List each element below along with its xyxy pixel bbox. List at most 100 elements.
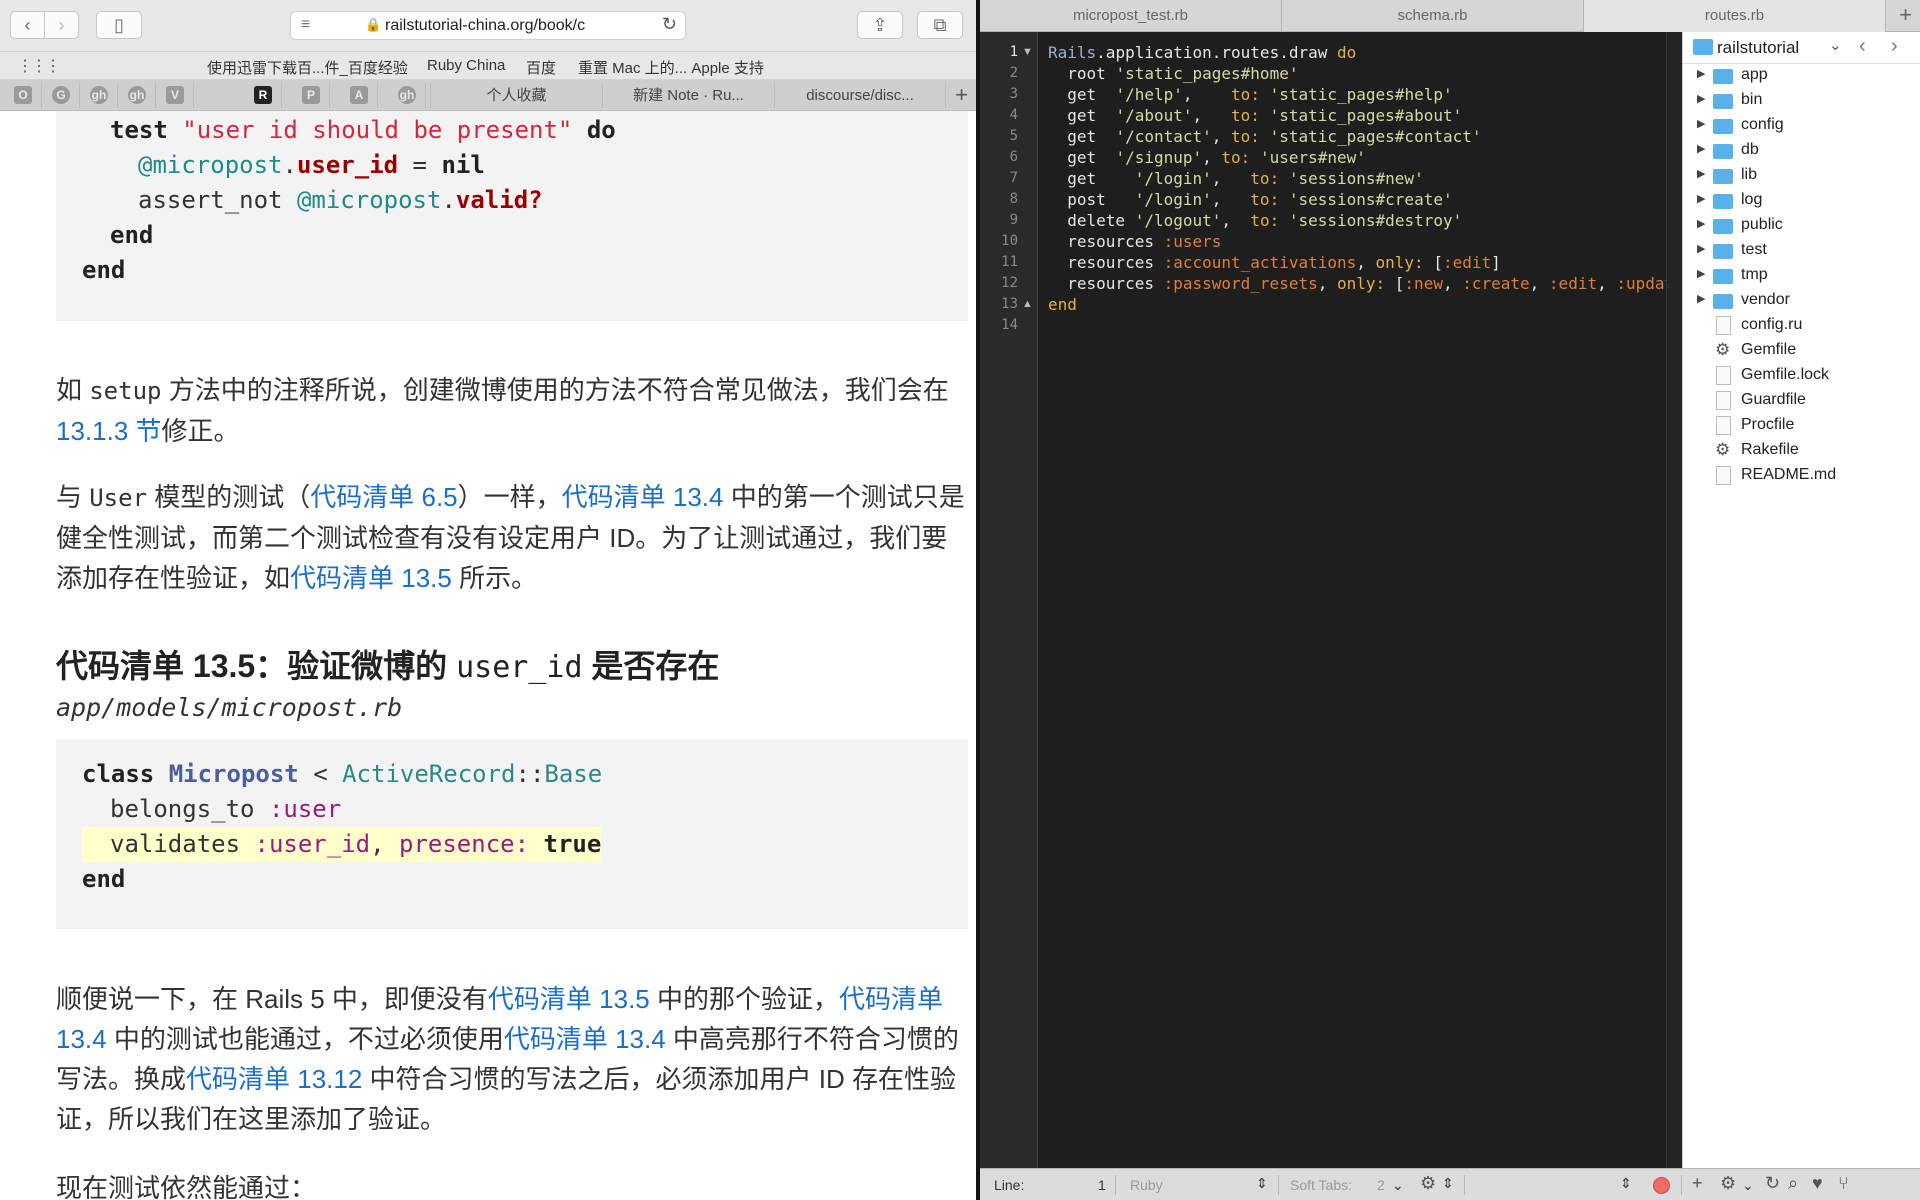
disclosure-triangle-icon[interactable]: ▶ <box>1697 92 1705 105</box>
chevron-left-icon[interactable]: ‹ <box>1859 35 1866 58</box>
address-bar[interactable]: ≡ 🔒 railstutorial-china.org/book/c ↻ <box>290 11 686 40</box>
fold-down-icon[interactable]: ▼ <box>1022 46 1033 58</box>
new-tab-plus-icon[interactable]: + <box>955 82 968 108</box>
tree-folder-public[interactable]: ▶ public <box>1683 213 1920 238</box>
git-branch-icon[interactable]: ⑂ <box>1838 1173 1849 1194</box>
line-number: 1 <box>1009 44 1018 60</box>
pinned-tab[interactable]: gh <box>388 83 426 108</box>
tree-file-gemfile[interactable]: ⚙ Gemfile <box>1683 338 1920 363</box>
folder-icon <box>1713 194 1733 209</box>
chevron-right-icon[interactable]: › <box>1891 35 1898 58</box>
show-tabs-button[interactable]: ⧉ <box>917 11 963 39</box>
new-tab-plus-icon[interactable]: + <box>1899 2 1912 28</box>
article-page: test "user id should be present" do @mic… <box>0 111 976 1200</box>
stepper-icon[interactable]: ⇕ <box>1442 1175 1454 1192</box>
bookmark-item[interactable]: 重置 Mac 上的... Apple 支持 <box>578 57 764 78</box>
url-text[interactable]: railstutorial-china.org/book/c <box>385 17 620 35</box>
tree-file-readme[interactable]: README.md <box>1683 463 1920 488</box>
reload-icon[interactable]: ↻ <box>662 14 677 35</box>
tab-schema[interactable]: schema.rb <box>1282 0 1584 32</box>
tab-micropost-test[interactable]: micropost_test.rb <box>980 0 1282 32</box>
chevron-right-icon: › <box>58 15 65 35</box>
tree-file-procfile[interactable]: Procfile <box>1683 413 1920 438</box>
share-icon: ⇪ <box>872 15 888 35</box>
tree-file-gemfile-lock[interactable]: Gemfile.lock <box>1683 363 1920 388</box>
tree-file-config-ru[interactable]: config.ru <box>1683 313 1920 338</box>
stepper-icon[interactable]: ⇕ <box>1620 1175 1632 1192</box>
tab-new-note[interactable]: 新建 Note · Ru... <box>602 83 774 108</box>
back-button[interactable]: ‹ <box>10 11 45 39</box>
link[interactable]: 13.1.3 节 <box>56 416 162 446</box>
link[interactable]: 代码清单 13.12 <box>186 1064 362 1094</box>
tree-folder-app[interactable]: ▶ app <box>1683 63 1920 88</box>
pinned-tab[interactable]: V <box>156 83 194 108</box>
tab-favorites[interactable]: 个人收藏 <box>430 83 602 108</box>
code-text-area[interactable]: Rails.application.routes.draw do root 's… <box>1038 32 1666 1168</box>
chevron-down-icon[interactable]: ⌄ <box>1829 36 1842 54</box>
tree-folder-db[interactable]: ▶ db <box>1683 138 1920 163</box>
reader-icon[interactable]: ≡ <box>301 16 310 34</box>
record-macro-button[interactable] <box>1653 1177 1670 1194</box>
bookmark-item[interactable]: 使用迅雷下载百...件_百度经验 <box>207 57 408 78</box>
sidebar-toggle-button[interactable]: ▯ <box>96 11 142 39</box>
fold-up-icon[interactable]: ▲ <box>1022 298 1033 310</box>
pinned-tab[interactable]: G <box>42 83 80 108</box>
disclosure-triangle-icon[interactable]: ▶ <box>1697 242 1705 255</box>
disclosure-triangle-icon[interactable]: ▶ <box>1697 267 1705 280</box>
disclosure-triangle-icon[interactable]: ▶ <box>1697 142 1705 155</box>
disclosure-triangle-icon[interactable]: ▶ <box>1697 117 1705 130</box>
tree-folder-config[interactable]: ▶ config <box>1683 113 1920 138</box>
language-selector[interactable]: Ruby <box>1130 1177 1163 1193</box>
code-block-micropost: class Micropost < ActiveRecord::Base bel… <box>56 739 968 929</box>
minimap[interactable] <box>1666 32 1682 1168</box>
pinned-tab[interactable]: A <box>340 83 378 108</box>
tree-folder-vendor[interactable]: ▶ vendor <box>1683 288 1920 313</box>
disclosure-triangle-icon[interactable]: ▶ <box>1697 217 1705 230</box>
pinned-tab[interactable]: gh <box>118 83 156 108</box>
link[interactable]: 代码清单 13.4 <box>504 1024 666 1054</box>
chevron-down-icon[interactable]: ⌄ <box>1392 1177 1404 1194</box>
tree-folder-test[interactable]: ▶ test <box>1683 238 1920 263</box>
pinned-tab[interactable]: O <box>4 83 42 108</box>
share-button[interactable]: ⇪ <box>857 11 903 39</box>
gear-icon[interactable]: ⚙ <box>1420 1173 1436 1194</box>
gear-icon[interactable]: ⚙ <box>1720 1173 1736 1194</box>
tree-folder-log[interactable]: ▶ log <box>1683 188 1920 213</box>
tree-folder-bin[interactable]: ▶ bin <box>1683 88 1920 113</box>
disclosure-triangle-icon[interactable]: ▶ <box>1697 167 1705 180</box>
code-line: resources :account_activations, only: [:… <box>1048 253 1501 272</box>
forward-button[interactable]: › <box>44 11 79 39</box>
code-editor-window: micropost_test.rb schema.rb routes.rb + … <box>980 0 1920 1200</box>
pinned-tab[interactable]: gh <box>80 83 118 108</box>
pinned-tab[interactable]: P <box>292 83 330 108</box>
bookmark-item[interactable]: 百度 <box>526 57 556 78</box>
chevron-down-icon[interactable]: ⌄ <box>1742 1177 1754 1194</box>
line-value[interactable]: 1 <box>1098 1177 1106 1193</box>
tree-folder-tmp[interactable]: ▶ tmp <box>1683 263 1920 288</box>
disclosure-triangle-icon[interactable]: ▶ <box>1697 292 1705 305</box>
language-stepper-icon[interactable]: ⇕ <box>1256 1175 1268 1192</box>
refresh-icon[interactable]: ↻ <box>1765 1173 1780 1194</box>
tab-discourse[interactable]: discourse/disc... <box>774 83 946 108</box>
link[interactable]: 代码清单 13.5 <box>290 563 452 593</box>
tab-routes[interactable]: routes.rb <box>1584 0 1886 32</box>
grid-icon[interactable]: ⋮⋮⋮ <box>17 56 61 76</box>
pinned-tab-active[interactable]: R <box>244 83 282 108</box>
disclosure-triangle-icon[interactable]: ▶ <box>1697 192 1705 205</box>
bookmark-item[interactable]: Ruby China <box>427 57 505 74</box>
tree-file-rakefile[interactable]: ⚙ Rakefile <box>1683 438 1920 463</box>
link[interactable]: 代码清单 6.5 <box>310 482 457 512</box>
tabs-label[interactable]: Soft Tabs: <box>1290 1177 1352 1193</box>
paragraph: 顺便说一下，在 Rails 5 中，即便没有代码清单 13.5 中的那个验证，代… <box>56 984 959 1134</box>
tree-file-guardfile[interactable]: Guardfile <box>1683 388 1920 413</box>
add-icon[interactable]: + <box>1692 1173 1703 1194</box>
tree-folder-lib[interactable]: ▶ lib <box>1683 163 1920 188</box>
search-icon[interactable]: ⌕ <box>1788 1173 1798 1194</box>
heart-icon[interactable]: ♥ <box>1812 1173 1823 1194</box>
browser-toolbar: ‹ › ▯ ≡ 🔒 railstutorial-china.org/book/c… <box>0 0 976 52</box>
project-name[interactable]: railstutorial <box>1717 38 1799 58</box>
disclosure-triangle-icon[interactable]: ▶ <box>1697 67 1705 80</box>
link[interactable]: 代码清单 13.5 <box>488 984 650 1014</box>
link[interactable]: 代码清单 13.4 <box>562 482 724 512</box>
tabs-value[interactable]: 2 <box>1377 1177 1385 1193</box>
